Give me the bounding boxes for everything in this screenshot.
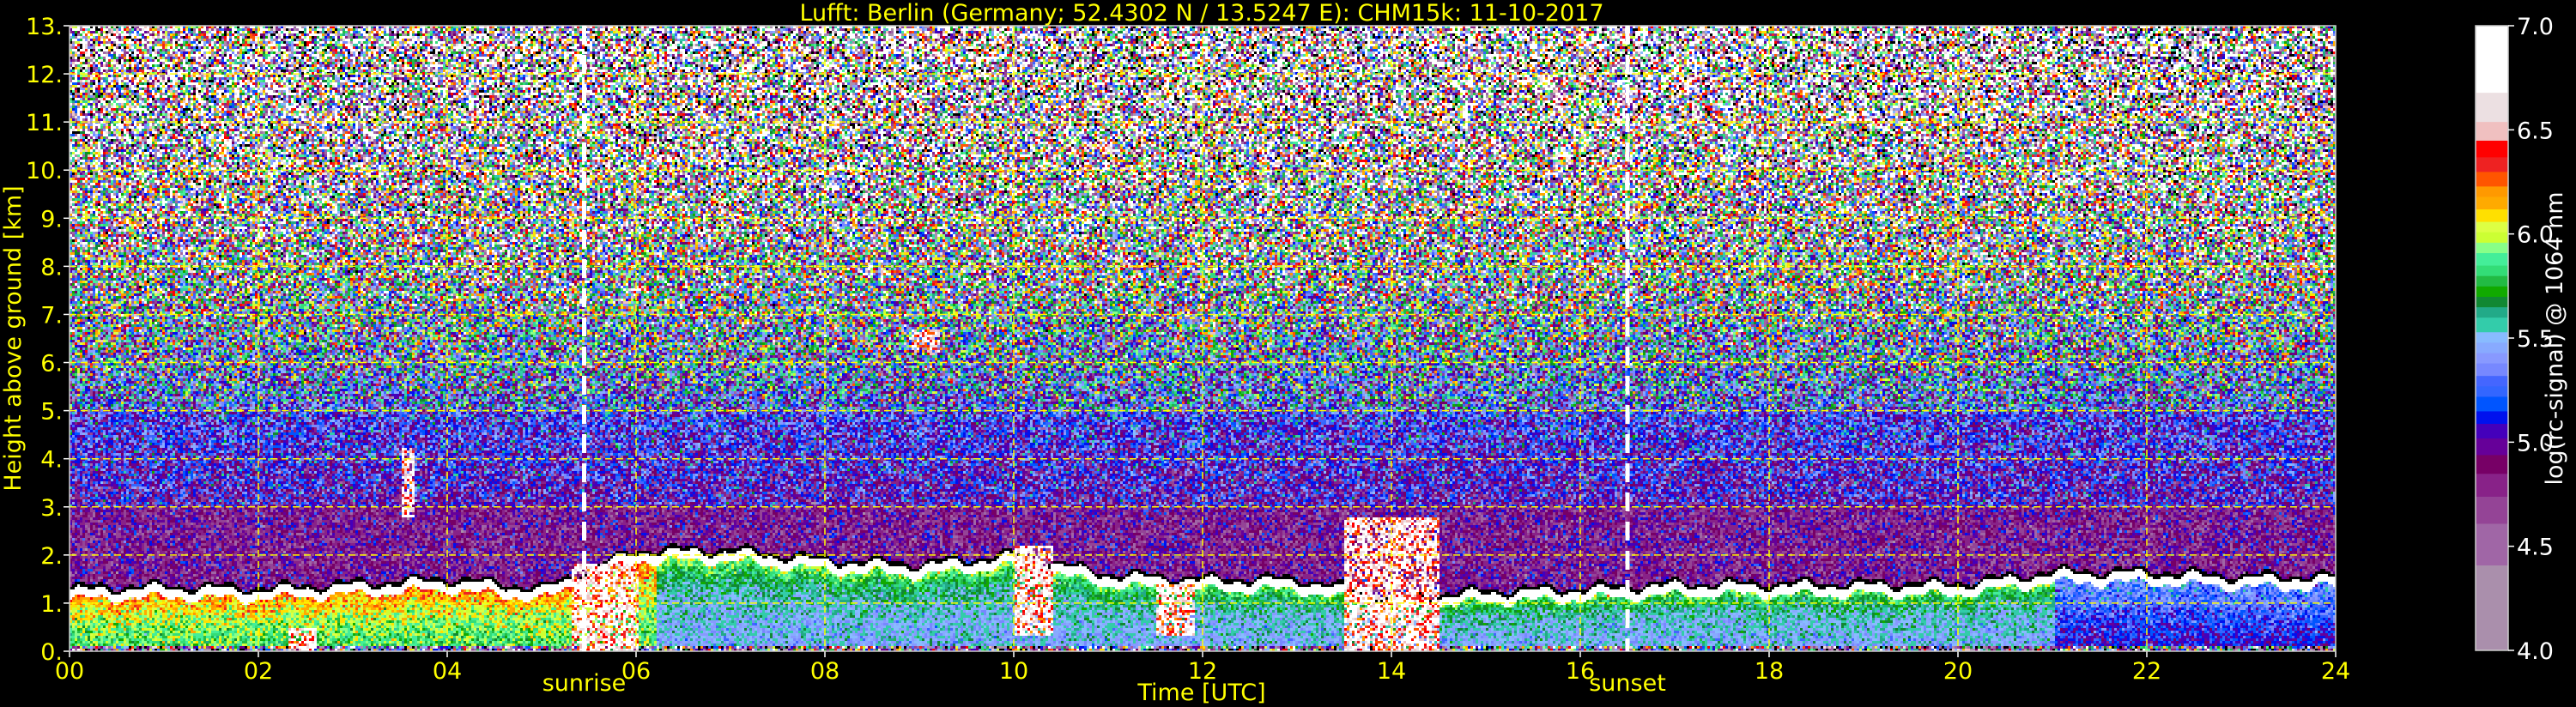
colorbar-band [2476, 157, 2508, 172]
x-tick-label: 22 [2132, 658, 2161, 685]
y-tick-label: 5. [40, 399, 63, 426]
y-tick-label: 11. [26, 110, 63, 136]
colorbar-tick-label: 6.5 [2517, 118, 2554, 144]
x-tick-label: 20 [1943, 658, 1973, 685]
colorbar-band [2476, 376, 2508, 387]
x-tick-label: 10 [999, 658, 1028, 685]
colorbar-band [2476, 232, 2508, 243]
colorbar-band [2476, 496, 2508, 523]
colorbar-band [2476, 140, 2508, 157]
colorbar-label: log(rc-signal) @ 1064 nm [2542, 191, 2568, 485]
colorbar-band [2476, 196, 2508, 209]
colorbar-band [2476, 523, 2508, 565]
colorbar-band [2476, 363, 2508, 376]
colorbar-band [2476, 438, 2508, 455]
colorbar-band [2476, 253, 2508, 266]
colorbar-band [2476, 565, 2508, 651]
x-tick-label: 14 [1377, 658, 1406, 685]
colorbar-band [2476, 386, 2508, 397]
colorbar-tick-label: 7.0 [2517, 14, 2554, 40]
colorbar-band [2476, 172, 2508, 186]
colorbar-band [2476, 242, 2508, 253]
colorbar-band [2476, 265, 2508, 276]
y-tick-label: 7. [40, 302, 63, 329]
x-tick-label: 18 [1755, 658, 1784, 685]
colorbar-band [2476, 332, 2508, 343]
colorbar-band [2476, 317, 2508, 332]
colorbar-band [2476, 307, 2508, 318]
chart-overlay: 0.1.2.3.4.5.6.7.8.9.10.11.12.13.00 02 04 06… [0, 0, 2576, 707]
y-tick-label: 1. [40, 591, 63, 618]
colorbar-tick-label: 4.5 [2517, 535, 2554, 561]
colorbar-tick-label: 4.0 [2517, 638, 2554, 665]
colorbar-band [2476, 342, 2508, 354]
sunrise-label: sunrise [542, 670, 627, 697]
y-tick-label: 8. [40, 254, 63, 281]
colorbar-band [2476, 396, 2508, 411]
sunset-label: sunset [1589, 670, 1666, 697]
colorbar-band [2476, 353, 2508, 364]
colorbar-band [2476, 296, 2508, 307]
colorbar-band [2476, 474, 2508, 497]
colorbar-band [2476, 186, 2508, 197]
y-tick-label: 10. [26, 158, 63, 184]
y-tick-label: 12. [26, 62, 63, 88]
x-tick-label: 24 [2321, 658, 2350, 685]
colorbar-band [2476, 411, 2508, 424]
y-tick-label: 2. [40, 543, 63, 570]
colorbar-band [2476, 209, 2508, 222]
colorbar-band [2476, 423, 2508, 438]
y-tick-label: 9. [40, 206, 63, 233]
x-axis-label: Time [UTC] [1136, 680, 1265, 706]
x-tick-label: 08 [810, 658, 839, 685]
x-tick-label: 02 [244, 658, 273, 685]
colorbar-band [2476, 455, 2508, 474]
x-tick-label: 00 [55, 658, 84, 685]
colorbar-band [2476, 93, 2508, 122]
y-tick-label: 13. [26, 14, 63, 40]
colorbar-band [2476, 275, 2508, 287]
colorbar-band [2476, 26, 2508, 93]
colorbar-band [2476, 221, 2508, 233]
y-axis-label: Height above ground [km] [0, 185, 27, 491]
colorbar-band [2476, 286, 2508, 297]
y-tick-label: 6. [40, 351, 63, 378]
chart-title: Lufft: Berlin (Germany; 52.4302 N / 13.5… [799, 0, 1603, 27]
x-tick-label: 04 [433, 658, 462, 685]
y-tick-label: 3. [40, 495, 63, 522]
colorbar-band [2476, 122, 2508, 141]
y-tick-label: 4. [40, 447, 63, 474]
